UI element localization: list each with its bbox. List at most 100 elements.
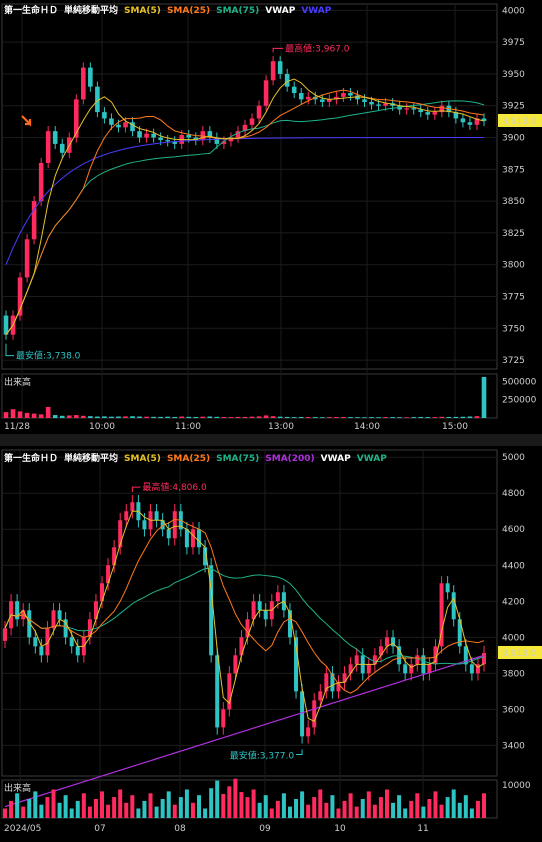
- volume-bar: [306, 804, 311, 818]
- low-marker: [296, 749, 303, 756]
- volume-bar: [17, 411, 23, 418]
- high-label: 最高値:4,806.0: [142, 481, 207, 493]
- volume-bar: [116, 416, 121, 418]
- volume-bar: [411, 417, 417, 418]
- candle: [263, 80, 269, 106]
- volume-bar: [52, 415, 58, 418]
- candle: [460, 118, 466, 123]
- volume-bar: [148, 793, 153, 818]
- candle: [45, 131, 51, 163]
- candle: [3, 628, 7, 641]
- high-label: 最高値:3,967.0: [285, 42, 350, 54]
- candle: [109, 118, 114, 125]
- volume-bar: [179, 416, 185, 418]
- volume-bar: [445, 797, 450, 818]
- volume-bar: [482, 793, 486, 818]
- x-tick-label: 09: [259, 824, 271, 834]
- volume-bar: [397, 417, 402, 418]
- volume-bar: [81, 793, 86, 818]
- volume-bar: [427, 799, 432, 818]
- volume-bar: [38, 414, 44, 418]
- candle: [73, 99, 79, 138]
- candle: [312, 700, 317, 728]
- volume-label-daily: 出来高: [4, 784, 32, 794]
- volume-bar: [3, 808, 7, 818]
- volume-bar: [284, 416, 290, 418]
- volume-bar: [446, 416, 452, 418]
- volume-bar: [33, 791, 38, 818]
- low-label: 最安値:3,738.0: [16, 350, 81, 362]
- volume-bar: [112, 797, 117, 818]
- volume-bar: [165, 416, 170, 418]
- volume-bar: [421, 806, 426, 818]
- legend-item: 第一生命ＨＤ: [4, 454, 59, 464]
- candle: [354, 655, 359, 665]
- candle: [348, 93, 353, 96]
- volume-bar: [384, 789, 389, 818]
- candle: [45, 628, 50, 656]
- volume-label: 出来高: [4, 378, 32, 388]
- volume-bar: [439, 804, 444, 818]
- volume-bar: [390, 417, 395, 418]
- volume-bar: [342, 800, 347, 818]
- volume-bar: [130, 416, 135, 418]
- plot-frame: [1, 3, 498, 370]
- candle: [172, 511, 177, 539]
- candle: [197, 529, 202, 548]
- legend-item: 単純移動平均: [64, 454, 119, 464]
- volume-bar: [294, 799, 299, 818]
- y-tick-label: 3975: [502, 38, 525, 48]
- volume-bar: [270, 416, 276, 418]
- candle: [124, 511, 129, 521]
- price-tag-label: 3,913.0: [502, 649, 537, 659]
- y-tick-label: 4000: [502, 633, 525, 643]
- daily-chart-panel: 3400 3600 3800 4000 4200 4400 4600 4800 5000 2024…: [0, 446, 542, 842]
- legend-item: VWAP: [356, 454, 387, 464]
- volume-bar: [355, 417, 360, 418]
- candle: [369, 101, 374, 105]
- volume-bar: [124, 802, 129, 818]
- candle: [300, 691, 305, 737]
- volume-bar: [469, 808, 474, 818]
- legend-item: 第一生命ＨＤ: [4, 6, 59, 16]
- x-tick-label: 10:00: [89, 422, 115, 432]
- volume-bar: [460, 416, 466, 418]
- y-tick-label: 3400: [502, 741, 525, 751]
- candle: [158, 137, 163, 141]
- volume-bar: [130, 795, 135, 818]
- volume-bar: [24, 412, 30, 418]
- y-tick-label: 3800: [502, 669, 525, 679]
- x-tick-label: 10: [334, 824, 346, 834]
- volume-tick-label: 10000: [502, 781, 531, 791]
- sma5-line: [4, 510, 485, 723]
- candle: [415, 655, 420, 665]
- legend-item: SMA(5): [124, 454, 161, 464]
- sma200-line: [4, 654, 485, 808]
- candle: [425, 112, 431, 115]
- volume-bar: [362, 417, 367, 418]
- legend-item: SMA(25): [166, 6, 211, 16]
- volume-bar: [15, 793, 20, 818]
- volume-bar: [209, 788, 214, 818]
- volume-bar: [409, 800, 414, 818]
- volume-bar: [154, 806, 159, 818]
- candle: [112, 547, 117, 566]
- y-tick-label: 3825: [502, 229, 525, 239]
- volume-bar: [269, 808, 274, 818]
- candle: [57, 610, 62, 620]
- volume-bar: [263, 795, 268, 818]
- candle: [403, 664, 408, 674]
- candle: [482, 652, 486, 665]
- volume-bar: [172, 804, 177, 818]
- candle: [233, 655, 238, 674]
- intraday-chart: 3725 3750 3775 3800 3825 3850 3875 3900 3925 3950…: [1, 3, 542, 432]
- volume-bar: [348, 417, 353, 418]
- volume-bar: [160, 799, 165, 818]
- volume-bar: [318, 789, 323, 818]
- volume-bar: [463, 795, 468, 818]
- y-tick-label: 3850: [502, 197, 525, 207]
- volume-bar: [215, 780, 220, 818]
- volume-bar: [235, 416, 241, 418]
- y-tick-label: 3875: [502, 165, 525, 175]
- volume-bar: [366, 791, 371, 818]
